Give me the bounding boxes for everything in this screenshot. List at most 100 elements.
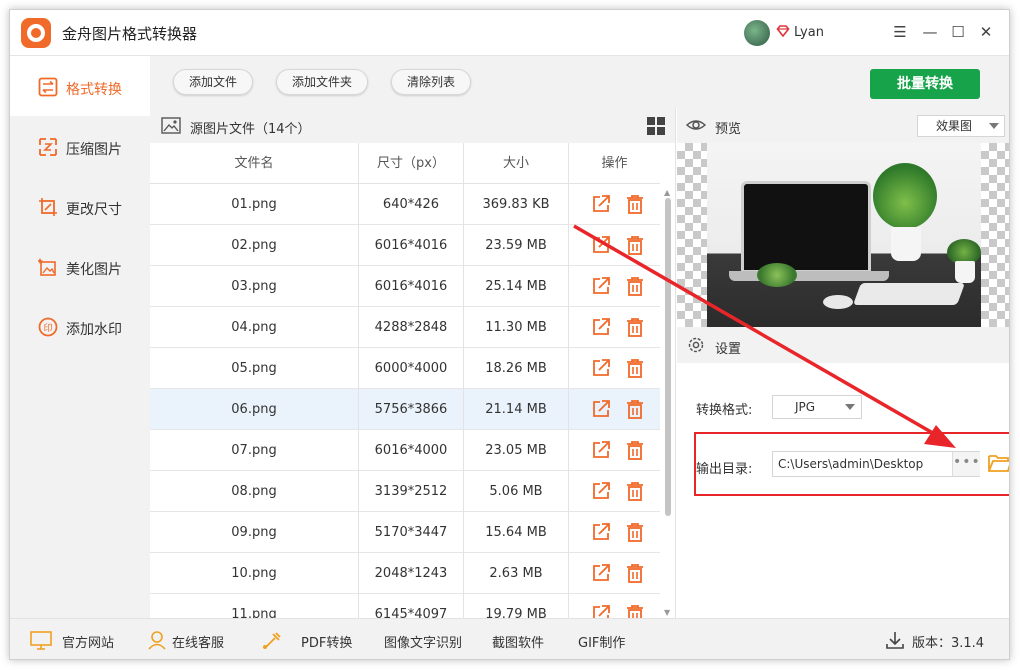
eye-icon: [686, 120, 706, 130]
footer-bar: 官方网站 在线客服 PDF转换 图像文字识别 截图软件 GIF制作 版本：3.1…: [10, 618, 1009, 659]
scroll-thumb[interactable]: [665, 198, 671, 516]
minimize-button[interactable]: —: [920, 22, 940, 42]
delete-trash-icon[interactable]: [625, 604, 645, 618]
batch-convert-button[interactable]: 批量转换: [870, 69, 980, 99]
add-file-button[interactable]: 添加文件: [173, 69, 253, 95]
sidebar-item-format-convert[interactable]: 格式转换: [10, 56, 150, 116]
right-panel: 预览 效果图 设置 转换格式: JPG 输出目录: C:\Users\admin…: [677, 107, 1010, 618]
delete-trash-icon[interactable]: [625, 276, 645, 296]
sidebar-item-beautify[interactable]: 美化图片: [10, 236, 150, 296]
file-size-cell: 11.30 MB: [464, 307, 569, 348]
file-size-cell: 25.14 MB: [464, 266, 569, 307]
file-list-panel: 源图片文件（14个） 文件名 尺寸（px） 大小 操作 01.png 640*42…: [150, 107, 676, 618]
format-select[interactable]: JPG: [772, 395, 862, 419]
open-external-icon[interactable]: [591, 481, 611, 501]
beautify-icon: [38, 258, 56, 276]
file-name-cell: 10.png: [150, 553, 359, 594]
preview-image: [707, 143, 981, 327]
file-name-cell: 04.png: [150, 307, 359, 348]
open-external-icon[interactable]: [591, 440, 611, 460]
sidebar-item-compress[interactable]: 压缩图片: [10, 116, 150, 176]
preview-image-area: [677, 143, 1009, 327]
open-external-icon[interactable]: [591, 399, 611, 419]
actions-cell: [569, 471, 660, 512]
output-path-input[interactable]: C:\Users\admin\Desktop: [772, 451, 980, 477]
column-header-name[interactable]: 文件名: [150, 143, 359, 184]
open-external-icon[interactable]: [591, 235, 611, 255]
open-folder-icon[interactable]: [987, 451, 1010, 475]
delete-trash-icon[interactable]: [625, 399, 645, 419]
sidebar: 格式转换 压缩图片 更改尺寸 美化图片 印 添加水印: [10, 56, 150, 618]
open-external-icon[interactable]: [591, 194, 611, 214]
dimensions-cell: 6016*4000: [359, 430, 464, 471]
actions-cell: [569, 225, 660, 266]
table-row[interactable]: 10.png 2048*1243 2.63 MB: [150, 553, 660, 594]
sidebar-item-label: 更改尺寸: [66, 202, 122, 218]
open-external-icon[interactable]: [591, 604, 611, 618]
delete-trash-icon[interactable]: [625, 317, 645, 337]
scroll-down-arrow-icon[interactable]: ▼: [664, 608, 670, 617]
file-size-cell: 15.64 MB: [464, 512, 569, 553]
list-scrollbar[interactable]: ▲ ▼: [660, 184, 675, 618]
table-row[interactable]: 09.png 5170*3447 15.64 MB: [150, 512, 660, 553]
gif-link[interactable]: GIF制作: [578, 632, 625, 651]
format-label: 转换格式:: [696, 403, 753, 418]
sidebar-item-watermark[interactable]: 印 添加水印: [10, 296, 150, 356]
table-row[interactable]: 08.png 3139*2512 5.06 MB: [150, 471, 660, 512]
table-row[interactable]: 01.png 640*426 369.83 KB: [150, 184, 660, 225]
table-row[interactable]: 05.png 6000*4000 18.26 MB: [150, 348, 660, 389]
file-size-cell: 19.79 MB: [464, 594, 569, 618]
delete-trash-icon[interactable]: [625, 194, 645, 214]
preview-mode-select[interactable]: 效果图: [917, 115, 1005, 137]
scroll-up-arrow-icon[interactable]: ▲: [664, 188, 670, 197]
ocr-link[interactable]: 图像文字识别: [384, 632, 462, 651]
official-site-link[interactable]: 官方网站: [62, 632, 114, 651]
sidebar-item-label: 添加水印: [66, 322, 122, 338]
chevron-down-icon: [845, 404, 855, 410]
table-row[interactable]: 06.png 5756*3866 21.14 MB: [150, 389, 660, 430]
maximize-button[interactable]: ☐: [948, 22, 968, 42]
dimensions-cell: 6000*4000: [359, 348, 464, 389]
version-label: 版本：3.1.4: [912, 636, 985, 651]
file-name-cell: 07.png: [150, 430, 359, 471]
delete-trash-icon[interactable]: [625, 481, 645, 501]
delete-trash-icon[interactable]: [625, 440, 645, 460]
app-logo-icon: [21, 18, 51, 48]
open-external-icon[interactable]: [591, 563, 611, 583]
table-row[interactable]: 07.png 6016*4000 23.05 MB: [150, 430, 660, 471]
table-row[interactable]: 03.png 6016*4016 25.14 MB: [150, 266, 660, 307]
actions-cell: [569, 266, 660, 307]
open-external-icon[interactable]: [591, 522, 611, 542]
gear-icon: [688, 337, 704, 353]
resize-icon: [39, 198, 57, 216]
column-header-dimensions[interactable]: 尺寸（px）: [359, 143, 464, 184]
close-button[interactable]: ✕: [976, 22, 996, 42]
clear-list-button[interactable]: 清除列表: [391, 69, 471, 95]
browse-dots-button[interactable]: •••: [952, 452, 980, 476]
delete-trash-icon[interactable]: [625, 235, 645, 255]
screenshot-link[interactable]: 截图软件: [492, 632, 544, 651]
dimensions-cell: 2048*1243: [359, 553, 464, 594]
user-avatar[interactable]: [744, 20, 770, 46]
delete-trash-icon[interactable]: [625, 522, 645, 542]
table-row[interactable]: 11.png 6145*4097 19.79 MB: [150, 594, 660, 618]
pdf-convert-link[interactable]: PDF转换: [301, 632, 352, 651]
delete-trash-icon[interactable]: [625, 358, 645, 378]
output-dir-label: 输出目录:: [696, 462, 753, 477]
add-folder-button[interactable]: 添加文件夹: [276, 69, 368, 95]
column-header-size[interactable]: 大小: [464, 143, 569, 184]
delete-trash-icon[interactable]: [625, 563, 645, 583]
open-external-icon[interactable]: [591, 276, 611, 296]
user-name[interactable]: Lyan: [794, 25, 824, 40]
pdf-brush-icon: [263, 632, 281, 649]
online-service-link[interactable]: 在线客服: [172, 632, 224, 651]
sidebar-item-resize[interactable]: 更改尺寸: [10, 176, 150, 236]
settings-header: 设置: [677, 327, 1009, 363]
dimensions-cell: 5170*3447: [359, 512, 464, 553]
grid-view-icon[interactable]: [647, 117, 665, 135]
open-external-icon[interactable]: [591, 358, 611, 378]
menu-icon[interactable]: ☰: [890, 22, 910, 42]
table-row[interactable]: 02.png 6016*4016 23.59 MB: [150, 225, 660, 266]
table-row[interactable]: 04.png 4288*2848 11.30 MB: [150, 307, 660, 348]
open-external-icon[interactable]: [591, 317, 611, 337]
